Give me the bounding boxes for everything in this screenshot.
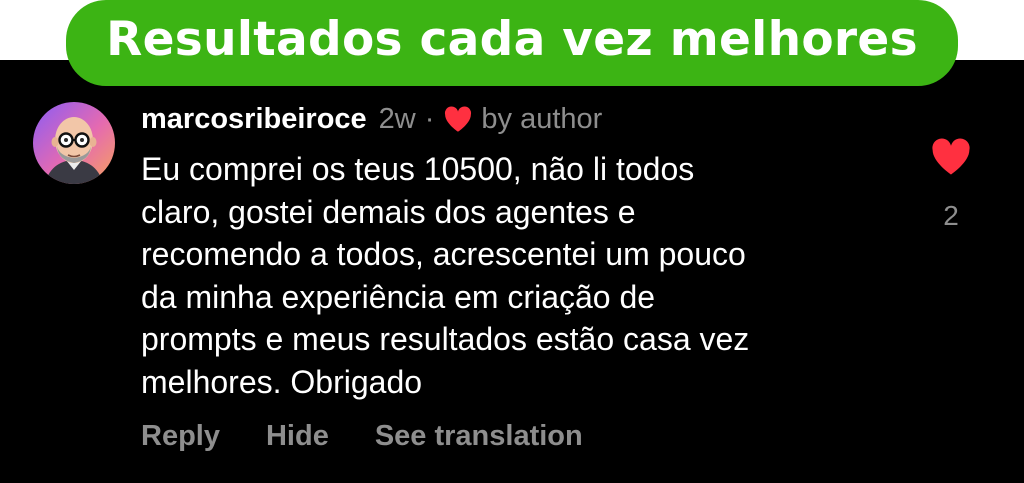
reply-button[interactable]: Reply (141, 420, 220, 453)
heart-icon (445, 106, 472, 132)
comment-text: Eu comprei os teus 10500, não li todos c… (141, 148, 901, 403)
headline-text: Resultados cada vez melhores (106, 11, 918, 67)
comment-line: recomendo a todos, acrescentei um pouco (141, 236, 746, 272)
heart-icon[interactable] (930, 137, 972, 177)
comment-line: claro, gostei demais dos agentes e (141, 193, 636, 230)
avatar-illustration (33, 102, 115, 184)
timestamp: 2w (378, 102, 416, 135)
comment-line: Eu comprei os teus 10500, não li todos (141, 151, 695, 187)
separator-dot: · (424, 102, 435, 135)
avatar[interactable] (33, 102, 115, 184)
comment-actions: Reply Hide See translation (141, 420, 583, 453)
comment-line: da minha experiência em criação de (141, 278, 656, 315)
username-link[interactable]: marcosribeiroce (141, 103, 367, 136)
comment-header: marcosribeiroce 2w · by author (141, 101, 602, 137)
see-translation-button[interactable]: See translation (375, 420, 583, 453)
headline-banner: Resultados cada vez melhores (66, 0, 958, 86)
comment-line: melhores. Obrigado (141, 363, 423, 400)
like-count: 2 (943, 200, 959, 231)
liked-by-author-label: by author (481, 102, 603, 135)
comment-line: prompts e meus resultados estão casa vez (141, 321, 750, 357)
hide-button[interactable]: Hide (266, 420, 329, 453)
